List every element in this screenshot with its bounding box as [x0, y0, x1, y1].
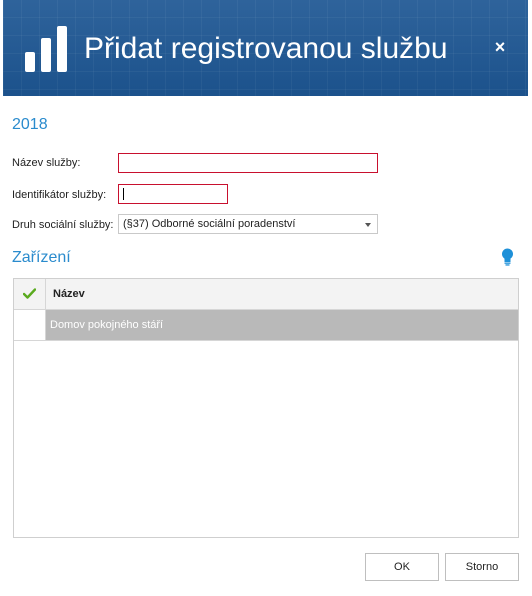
row-checkbox[interactable]: [14, 310, 46, 340]
lightbulb-icon[interactable]: [501, 248, 514, 266]
service-id-label: Identifikátor služby:: [12, 189, 107, 201]
text-caret: [123, 188, 124, 200]
social-service-type-value: (§37) Odborné sociální poradenství: [123, 218, 296, 230]
table-row[interactable]: Domov pokojného stáří: [14, 310, 518, 341]
facilities-heading: Zařízení: [12, 249, 71, 266]
social-service-type-select[interactable]: (§37) Odborné sociální poradenství: [118, 214, 378, 234]
cancel-button[interactable]: Storno: [445, 553, 519, 581]
row-cell-name[interactable]: Domov pokojného stáří: [46, 310, 518, 340]
dialog-title: Přidat registrovanou službu: [84, 32, 448, 65]
ok-button[interactable]: OK: [365, 553, 439, 581]
chevron-down-icon[interactable]: [365, 223, 371, 227]
bar-chart-logo-icon: [25, 24, 69, 72]
dialog-header: Přidat registrovanou službu ×: [3, 0, 528, 96]
facility-name: Domov pokojného stáří: [50, 319, 164, 331]
year-heading: 2018: [12, 116, 48, 133]
service-name-label: Název služby:: [12, 157, 81, 169]
select-all-column[interactable]: [14, 279, 46, 309]
column-header-name[interactable]: Název: [53, 288, 85, 300]
service-name-input[interactable]: [118, 153, 378, 173]
grid-header: Název: [14, 279, 518, 310]
service-id-input[interactable]: [118, 184, 228, 204]
close-button[interactable]: ×: [492, 38, 508, 56]
social-service-type-label: Druh sociální služby:: [12, 219, 114, 231]
checkmark-icon: [23, 288, 36, 299]
facilities-grid[interactable]: Název Domov pokojného stáří: [13, 278, 519, 538]
